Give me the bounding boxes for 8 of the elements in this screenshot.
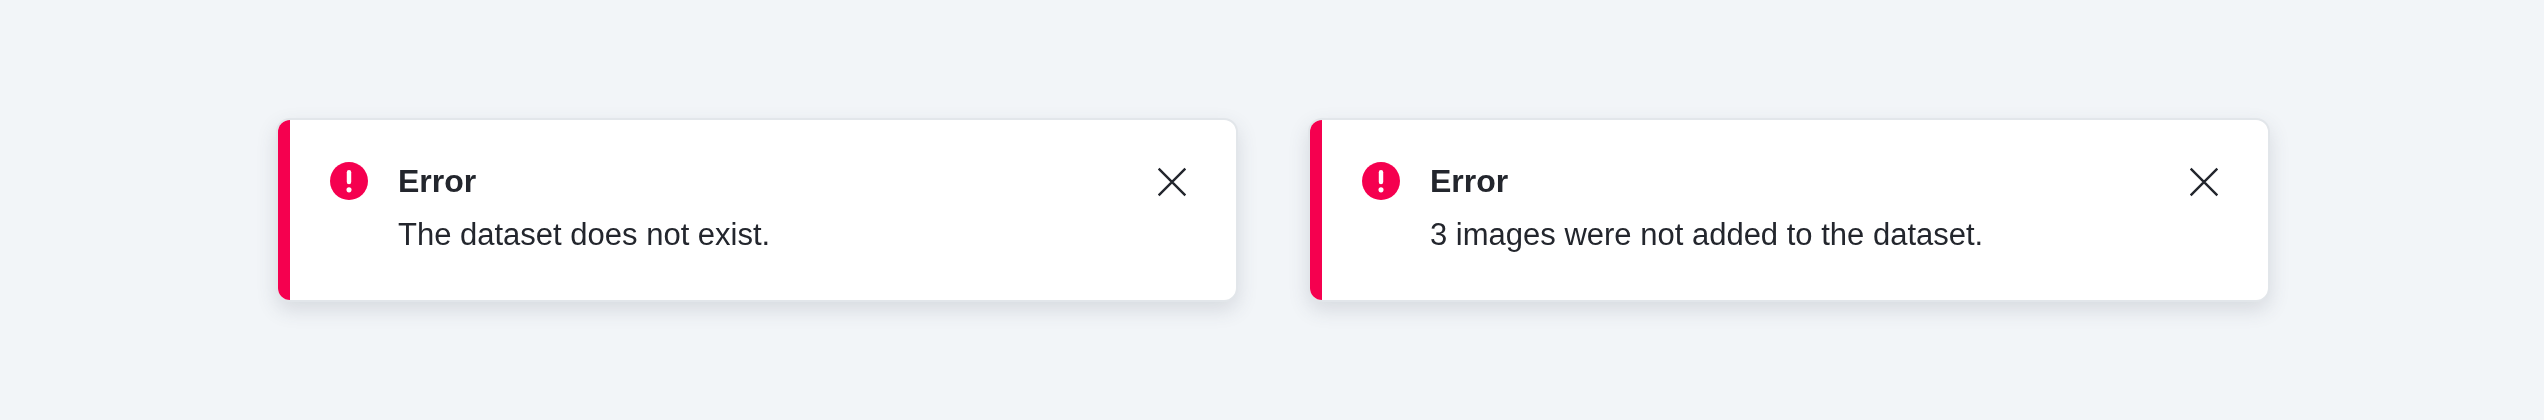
toast-title: Error xyxy=(1430,162,1510,201)
alert-icon xyxy=(1362,162,1400,200)
toast-message: The dataset does not exist. xyxy=(398,216,772,254)
toast-message: 3 images were not added to the dataset. xyxy=(1430,216,1985,254)
close-icon xyxy=(1156,166,1188,198)
close-icon xyxy=(2188,166,2220,198)
toast-title: Error xyxy=(398,162,478,201)
alert-icon xyxy=(330,162,368,200)
